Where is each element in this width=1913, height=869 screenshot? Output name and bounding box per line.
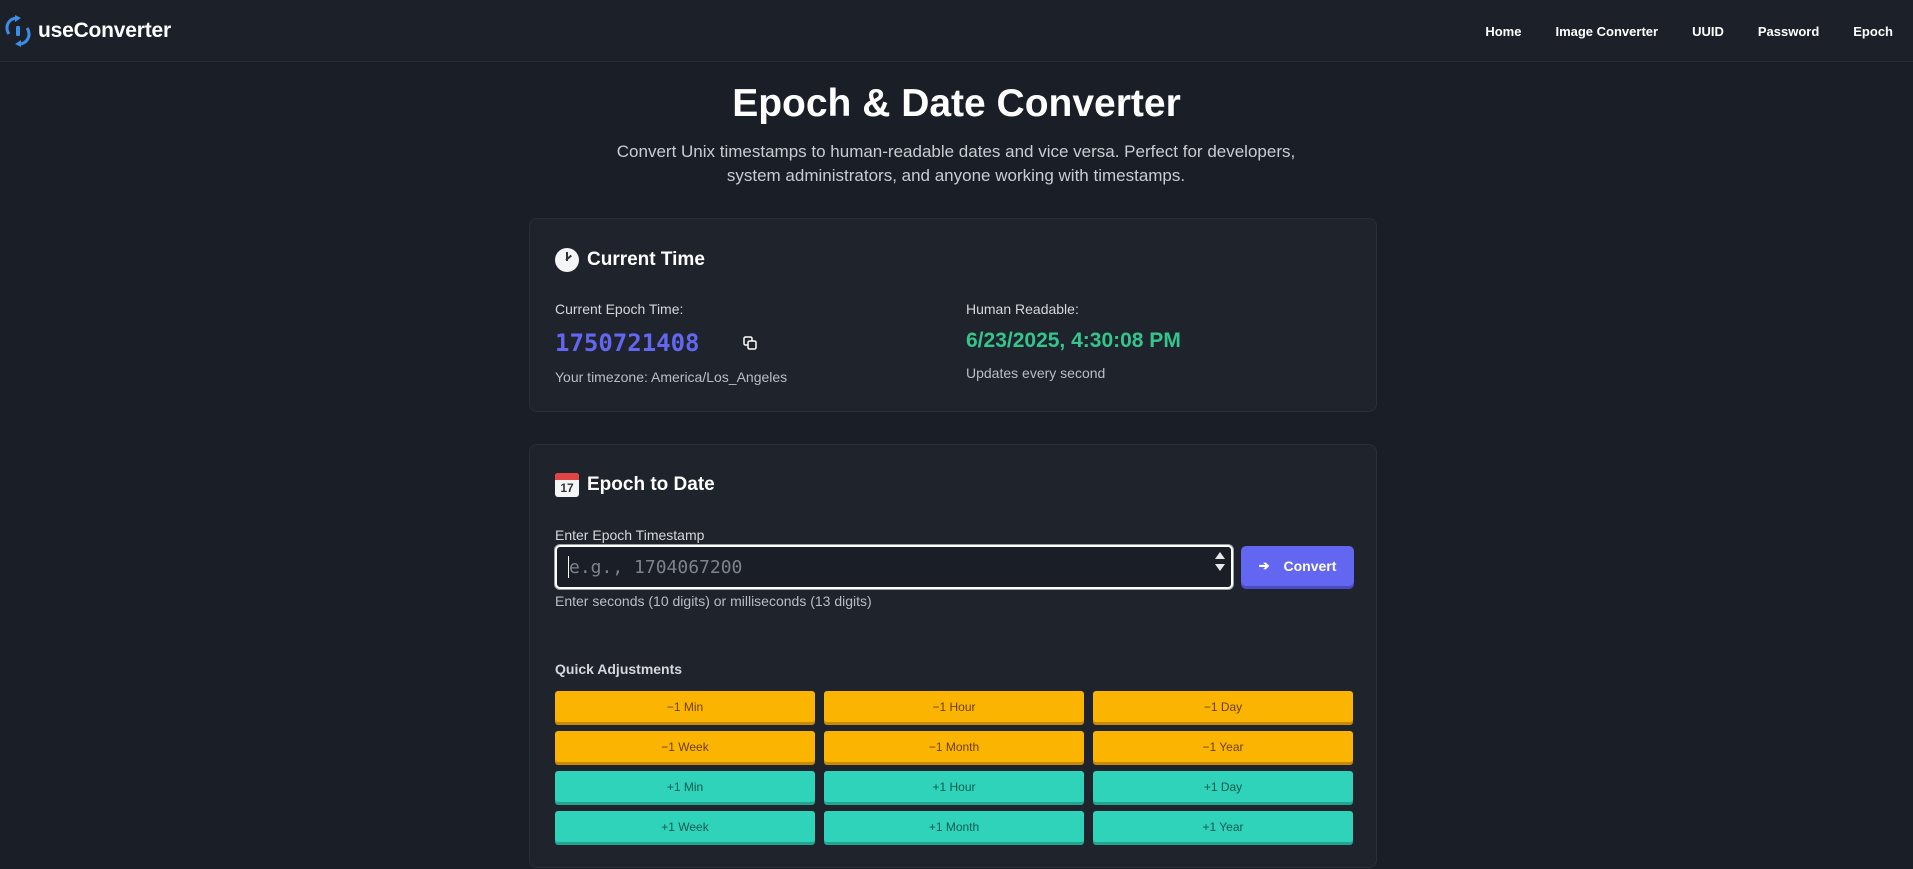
- minus-1-week-button[interactable]: −1 Week: [555, 731, 815, 762]
- quick-adjustments-label: Quick Adjustments: [555, 661, 683, 677]
- current-time-card: Current Time Current Epoch Time: 1750721…: [529, 218, 1377, 412]
- minus-1-year-button[interactable]: −1 Year: [1093, 731, 1353, 762]
- nav-uuid[interactable]: UUID: [1692, 24, 1724, 39]
- epoch-input-label: Enter Epoch Timestamp: [555, 527, 705, 543]
- spin-down-icon[interactable]: [1215, 564, 1225, 571]
- refresh-logo-icon: [5, 14, 31, 47]
- convert-button[interactable]: ➔ Convert: [1241, 546, 1354, 586]
- current-time-title: Current Time: [587, 249, 705, 270]
- nav-password[interactable]: Password: [1758, 24, 1819, 39]
- brand-name: useConverter: [38, 18, 171, 42]
- arrow-right-icon: ➔: [1258, 558, 1270, 573]
- epoch-input-wrapper: [555, 545, 1233, 589]
- epoch-to-date-heading: 17 Epoch to Date: [555, 473, 715, 497]
- current-time-heading: Current Time: [555, 248, 705, 272]
- spin-up-icon[interactable]: [1215, 552, 1225, 559]
- brand-link[interactable]: useConverter: [5, 14, 171, 48]
- plus-1-hour-button[interactable]: +1 Hour: [824, 771, 1084, 802]
- plus-1-week-button[interactable]: +1 Week: [555, 811, 815, 842]
- clock-icon: [555, 248, 579, 272]
- epoch-label: Current Epoch Time:: [555, 301, 684, 317]
- update-note: Updates every second: [966, 365, 1106, 381]
- human-readable-label: Human Readable:: [966, 301, 1079, 317]
- timezone-text: Your timezone: America/Los_Angeles: [555, 369, 788, 385]
- calendar-icon: 17: [555, 473, 579, 497]
- text-caret: [568, 556, 569, 578]
- input-hint: Enter seconds (10 digits) or millisecond…: [555, 593, 872, 609]
- minus-1-month-button[interactable]: −1 Month: [824, 731, 1084, 762]
- current-epoch-value: 1750721408: [555, 329, 700, 357]
- top-navbar: useConverter Home Image Converter UUID P…: [0, 0, 1913, 62]
- human-readable-value: 6/23/2025, 4:30:08 PM: [966, 329, 1181, 352]
- copy-epoch-button[interactable]: [740, 333, 760, 353]
- page-subtitle: Convert Unix timestamps to human-readabl…: [616, 142, 1296, 185]
- plus-1-min-button[interactable]: +1 Min: [555, 771, 815, 802]
- minus-1-hour-button[interactable]: −1 Hour: [824, 691, 1084, 722]
- plus-1-month-button[interactable]: +1 Month: [824, 811, 1084, 842]
- nav-home[interactable]: Home: [1485, 24, 1521, 39]
- page-title: Epoch & Date Converter: [732, 82, 1181, 125]
- plus-1-day-button[interactable]: +1 Day: [1093, 771, 1353, 802]
- nav-epoch[interactable]: Epoch: [1853, 24, 1893, 39]
- minus-1-day-button[interactable]: −1 Day: [1093, 691, 1353, 722]
- plus-1-year-button[interactable]: +1 Year: [1093, 811, 1353, 842]
- epoch-input[interactable]: [557, 547, 1197, 587]
- number-spinner[interactable]: [1213, 549, 1227, 585]
- copy-icon: [743, 336, 757, 350]
- convert-label: Convert: [1283, 558, 1337, 574]
- main-nav: Home Image Converter UUID Password Epoch: [1451, 0, 1893, 62]
- nav-image-converter[interactable]: Image Converter: [1555, 24, 1658, 39]
- epoch-to-date-title: Epoch to Date: [587, 474, 715, 495]
- minus-1-min-button[interactable]: −1 Min: [555, 691, 815, 722]
- epoch-to-date-card: 17 Epoch to Date Enter Epoch Timestamp ➔…: [529, 444, 1377, 868]
